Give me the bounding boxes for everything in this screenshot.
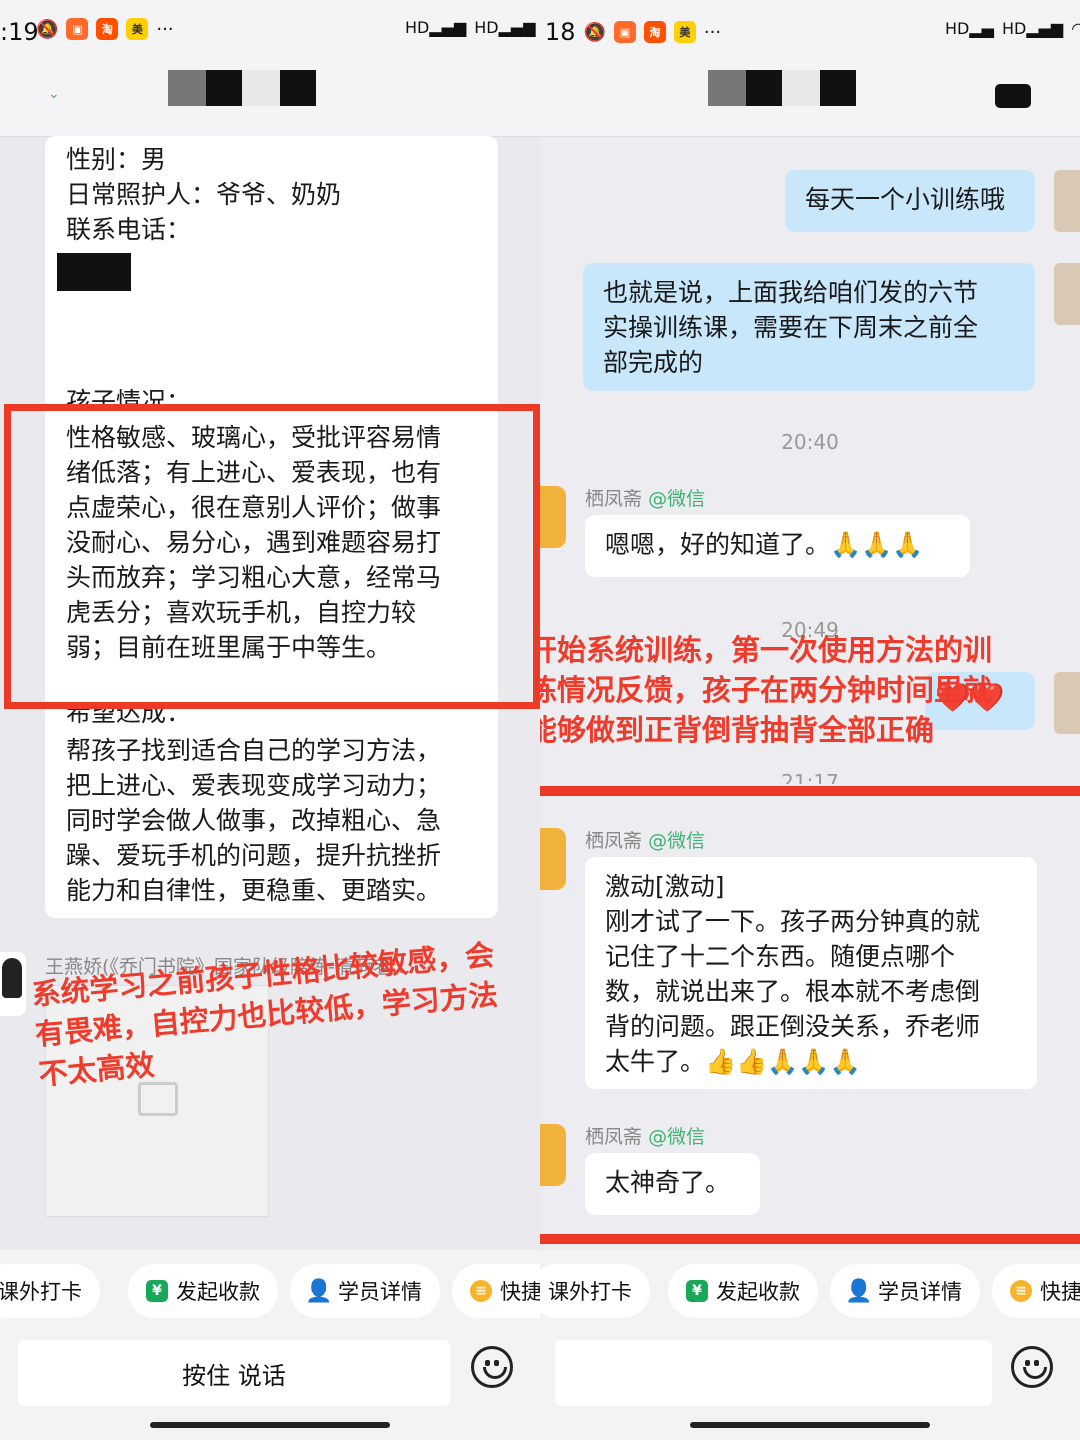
mute-icon: 🔕 <box>36 18 59 40</box>
redacted-name <box>708 70 746 106</box>
avatar[interactable] <box>1054 170 1080 232</box>
highlight-line-bottom <box>540 1234 1080 1244</box>
message-bubble[interactable]: 嗯嗯，好的知道了。🙏🙏🙏 <box>585 515 970 577</box>
sender-name: 栖凤斋 @微信 <box>585 1126 706 1148</box>
emoji-icon[interactable] <box>471 1346 513 1388</box>
signal-icon: HD▂▄ <box>945 18 994 38</box>
message-bubble[interactable]: 激动[激动] 刚才试了一下。孩子两分钟真的就 记住了十二个东西。随便点哪个 数，就说… <box>585 857 1037 1089</box>
user-icon: 👤 <box>845 1278 873 1304</box>
highlight-box <box>4 404 540 709</box>
hope-heading: 希望达成： <box>66 709 192 727</box>
redacted-phone <box>57 253 131 291</box>
avatar[interactable] <box>540 486 566 548</box>
status-bar: :19 🔕 ▣ 淘 美 ··· HD▂▄▆ HD▂▄▆ ◠ <box>0 0 540 64</box>
avatar[interactable] <box>0 952 26 1016</box>
chip-payment[interactable]: ¥ 发起收款 <box>128 1264 278 1318</box>
quick-icon: ≡ <box>470 1280 492 1302</box>
wifi-icon: ◠ <box>1071 18 1080 38</box>
yuan-icon: ¥ <box>686 1280 708 1302</box>
yuan-icon: ¥ <box>146 1280 168 1302</box>
message-bubble[interactable]: 每天一个小训练哦 <box>785 170 1035 232</box>
phone-line: 联系电话： <box>66 215 192 244</box>
quick-icon: ≡ <box>1010 1280 1032 1302</box>
right-screenshot: 8 18 🔕 ▣ 淘 美 ··· HD▂▄ HD▂▄▆ ◠ 84 每天一个小训练… <box>540 0 1080 1440</box>
meituan-icon: 美 <box>126 18 149 40</box>
status-time: 18 <box>544 18 576 46</box>
message-bubble[interactable]: 也就是说，上面我给咱们发的六节 实操训练课，需要在下周末之前全 部完成的 <box>583 263 1035 391</box>
status-time: :19 <box>0 18 39 46</box>
chip-quick[interactable]: ≡ 快捷 <box>452 1264 540 1318</box>
chip-quick[interactable]: ≡ 快捷 <box>992 1264 1080 1318</box>
status-dots: ··· <box>156 18 174 40</box>
user-icon: 👤 <box>305 1278 333 1304</box>
chat-header: ⌄ <box>0 64 540 137</box>
hold-to-talk-button[interactable]: 按住 说话 <box>18 1340 450 1406</box>
chip-student-detail[interactable]: 👤 学员详情 <box>830 1264 980 1318</box>
gender-line: 性别：男 <box>66 145 167 174</box>
signal-icon-2: HD▂▄▆ <box>474 18 536 37</box>
app-icon: ▣ <box>613 21 636 43</box>
home-indicator <box>150 1422 390 1428</box>
chip-student-detail[interactable]: 👤 学员详情 <box>290 1264 440 1318</box>
message-bubble[interactable]: 太神奇了。 <box>585 1153 760 1215</box>
back-icon[interactable]: ⌄ <box>48 86 60 102</box>
chat-header <box>540 64 1080 137</box>
sender-name: 栖凤斋 @微信 <box>585 830 706 852</box>
quick-actions: 课外打卡 ¥ 发起收款 👤 学员详情 ≡ 快捷 <box>0 1250 540 1330</box>
emoji-icon[interactable] <box>1011 1346 1053 1388</box>
avatar[interactable] <box>540 828 566 890</box>
avatar[interactable] <box>540 1124 566 1186</box>
left-screenshot: :19 🔕 ▣ 淘 美 ··· HD▂▄▆ HD▂▄▆ ◠ ⌄ 性别：男 日常照… <box>0 0 540 1440</box>
sender-name: 栖凤斋 @微信 <box>585 488 706 510</box>
message-input[interactable] <box>555 1340 992 1406</box>
taobao-icon: 淘 <box>96 18 119 40</box>
timestamp: 21:17 <box>781 770 839 784</box>
redacted-name <box>168 70 206 106</box>
caregiver-line: 日常照护人：爷爷、奶奶 <box>66 180 342 209</box>
chip-checkin[interactable]: 课外打卡 <box>540 1264 650 1318</box>
annotation-after: 开始系统训练，第一次使用方法的训 练情况反馈，孩子在两分钟时间里就 能够做到正背… <box>540 633 993 747</box>
video-call-icon[interactable] <box>995 84 1031 108</box>
highlight-line-top <box>540 786 1080 796</box>
avatar[interactable] <box>1054 672 1080 734</box>
image-placeholder-icon <box>138 1082 178 1116</box>
mute-icon: 🔕 <box>583 21 606 43</box>
chip-payment[interactable]: ¥ 发起收款 <box>668 1264 818 1318</box>
app-icon: ▣ <box>66 18 89 40</box>
chip-checkin[interactable]: 课外打卡 <box>0 1264 100 1318</box>
child-heading: 孩子情况： <box>66 387 192 406</box>
avatar[interactable] <box>1054 263 1080 325</box>
status-dots: ··· <box>703 21 722 43</box>
meituan-icon: 美 <box>673 21 696 43</box>
taobao-icon: 淘 <box>643 21 666 43</box>
quick-actions: 课外打卡 ¥ 发起收款 👤 学员详情 ≡ 快捷 <box>540 1250 1080 1330</box>
hope-description: 帮孩子找到适合自己的学习方法， 把上进心、爱表现变成学习动力； 同时学会做人做事… <box>66 736 442 905</box>
signal-icon: HD▂▄▆ <box>405 18 467 37</box>
home-indicator <box>690 1422 930 1428</box>
status-bar: 8 18 🔕 ▣ 淘 美 ··· HD▂▄ HD▂▄▆ ◠ 84 <box>540 0 1080 64</box>
profile-basic-info: 性别：男 日常照护人：爷爷、奶奶 联系电话： <box>66 142 341 247</box>
signal-icon-2: HD▂▄▆ <box>1001 18 1064 38</box>
timestamp: 20:40 <box>781 430 839 454</box>
